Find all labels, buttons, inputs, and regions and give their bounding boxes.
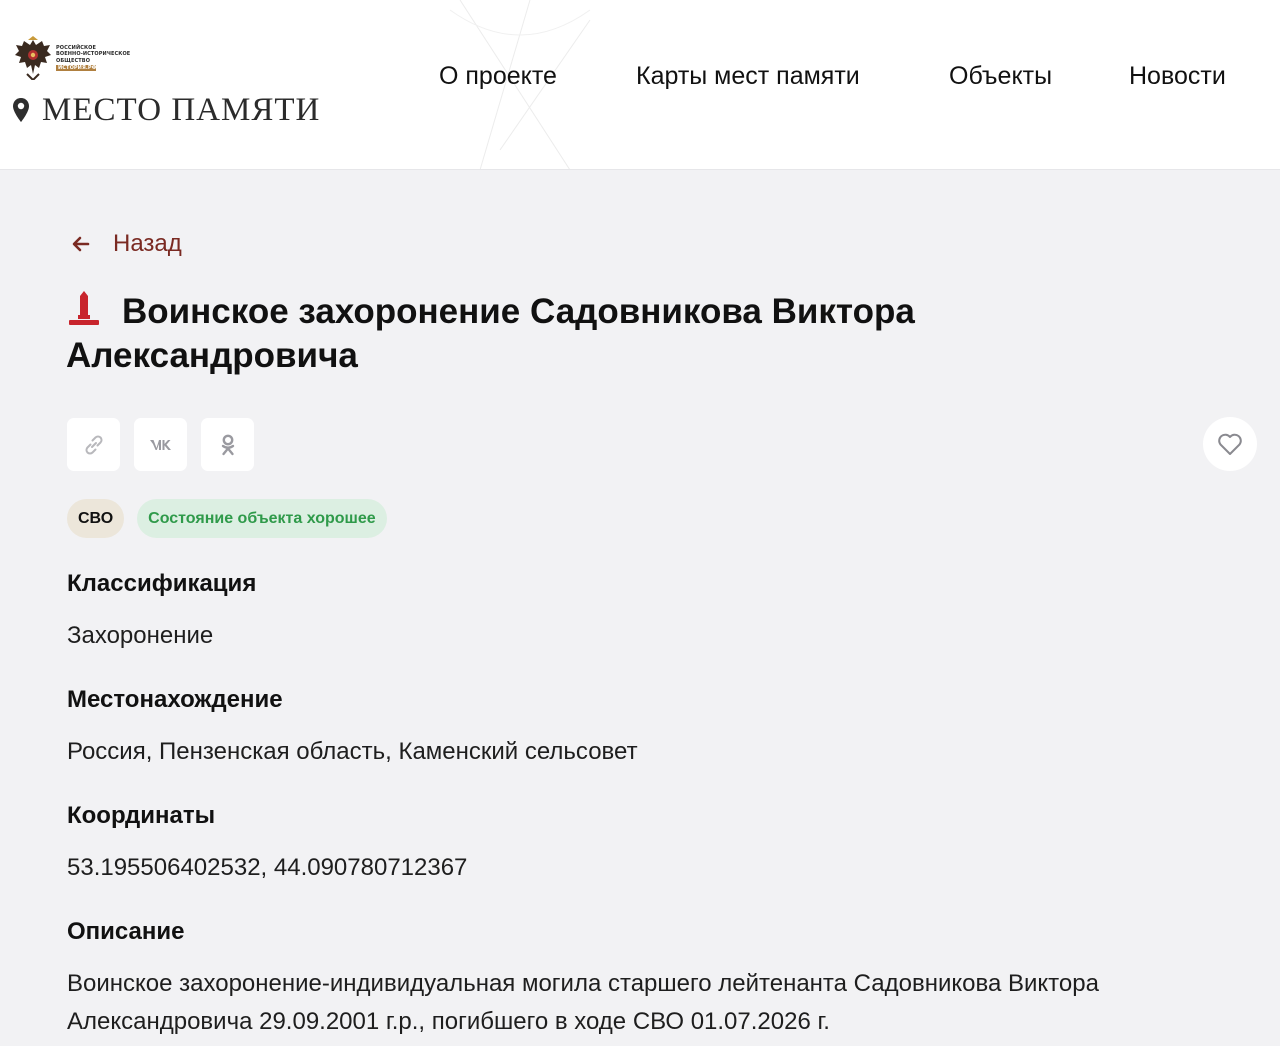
share-ok-button[interactable] [201,418,254,471]
heart-icon [1218,433,1242,455]
share-vk-button[interactable] [134,418,187,471]
tag-svo[interactable]: СВО [67,499,125,538]
nav-objects[interactable]: Объекты [949,62,1052,91]
nav-news[interactable]: Новости [1129,62,1226,91]
grave-marker-icon [69,291,99,325]
location-value: Россия, Пензенская область, Каменский се… [67,738,638,765]
odnoklassniki-icon [221,434,234,455]
map-pin-icon [13,98,29,122]
favorite-button[interactable] [1203,417,1257,471]
share-buttons [67,418,254,471]
description-value: Воинское захоронение-индивидуальная моги… [67,970,1099,1035]
copy-link-button[interactable] [67,418,120,471]
back-label: Назад [113,230,182,257]
object-tags: СВО Состояние объекта хорошее [67,499,387,538]
status-badge: Состояние объекта хорошее [137,499,387,538]
page-title: Воинское захоронение Садовникова Виктора… [66,290,1066,378]
vk-icon [149,439,171,450]
arrow-left-icon [72,236,90,252]
coordinates-value: 53.195506402532, 44.090780712367 [67,854,468,881]
location-label: Местонахождение [67,686,283,713]
description-label: Описание [67,918,185,945]
link-icon [84,434,103,455]
nav-about[interactable]: О проекте [439,62,557,91]
classification-value: Захоронение [67,622,214,649]
back-link[interactable]: Назад [70,227,182,261]
object-title: Воинское захоронение Садовникова Виктора… [66,292,915,375]
classification-label: Классификация [67,570,257,597]
coordinates-label: Координаты [67,802,216,829]
main-nav: О проекте Карты мест памяти Объекты Ново… [0,62,1280,98]
nav-memory-maps[interactable]: Карты мест памяти [636,62,860,91]
site-header: РОССИЙСКОЕ ВОЕННО-ИСТОРИЧЕСКОЕ ОБЩЕСТВО … [0,0,1280,170]
